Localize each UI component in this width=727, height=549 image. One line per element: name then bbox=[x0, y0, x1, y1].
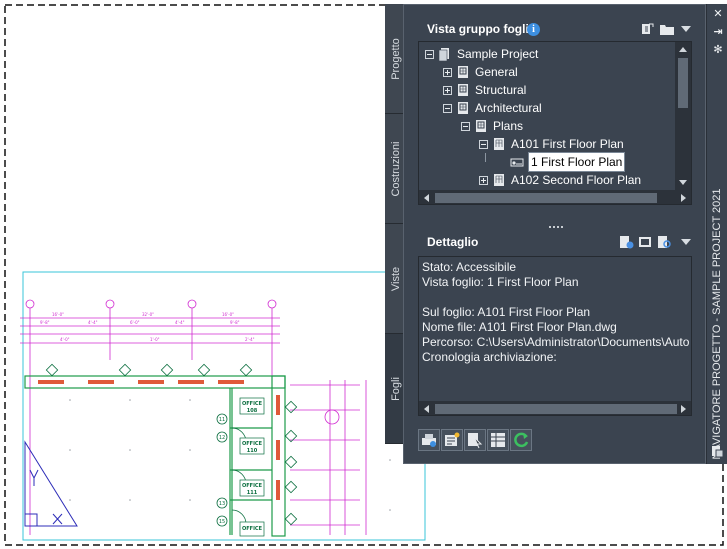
folder-icon[interactable] bbox=[659, 21, 675, 37]
detail-line: Vista foglio: 1 First Floor Plan bbox=[422, 275, 579, 289]
palette-title-bar[interactable]: ✕ ⇥ ✻ NAVIGATORE PROGETTO - SAMPLE PROJE… bbox=[706, 4, 727, 464]
tree-node-label[interactable]: Plans bbox=[493, 117, 523, 135]
sheet-list-icon bbox=[491, 433, 505, 447]
sheet-set-manager-palette: Progetto Costruzioni Viste Fogli Vista g… bbox=[385, 4, 727, 464]
chevron-down-icon[interactable] bbox=[681, 239, 691, 245]
sheet-set-small-icon bbox=[712, 446, 724, 458]
sheet-list-button[interactable] bbox=[487, 429, 509, 451]
room-number: 108 bbox=[247, 408, 258, 414]
tree-node[interactable]: Structural bbox=[419, 81, 675, 99]
subset-icon bbox=[458, 84, 468, 96]
detail-line: Sul foglio: A101 First Floor Plan bbox=[422, 305, 591, 319]
room-number: 111 bbox=[247, 490, 258, 496]
detail-line: Cronologia archiviazione: bbox=[422, 350, 557, 364]
collapse-icon[interactable] bbox=[425, 50, 434, 59]
tree-vertical-scrollbar[interactable] bbox=[675, 42, 691, 190]
properties-icon[interactable]: ✻ bbox=[712, 44, 724, 56]
detail-panel: Stato: Accessibile Vista foglio: 1 First … bbox=[418, 256, 692, 416]
scroll-thumb[interactable] bbox=[435, 193, 657, 203]
svg-text:6'-0": 6'-0" bbox=[130, 320, 140, 325]
grid-mark: 15 bbox=[219, 519, 225, 525]
tree-node[interactable]: Plans bbox=[419, 117, 675, 135]
subset-icon bbox=[476, 120, 486, 132]
collapse-icon[interactable] bbox=[461, 122, 470, 131]
svg-text:32'-0": 32'-0" bbox=[142, 312, 154, 317]
tree-node-label-selected[interactable]: 1 First Floor Plan bbox=[527, 152, 626, 172]
svg-text:2'-4": 2'-4" bbox=[245, 337, 255, 342]
detail-title: Dettaglio bbox=[427, 235, 479, 249]
publish-button[interactable] bbox=[441, 429, 463, 451]
sheet-set-icon bbox=[438, 48, 449, 61]
collapse-icon[interactable] bbox=[479, 140, 488, 149]
expand-icon[interactable] bbox=[443, 68, 452, 77]
tree-node[interactable]: A102 Second Floor Plan bbox=[419, 171, 675, 189]
tree-node-label[interactable]: A101 First Floor Plan bbox=[511, 135, 624, 153]
tree-connector bbox=[485, 153, 486, 162]
chevron-down-icon[interactable] bbox=[681, 26, 691, 32]
tree-node[interactable]: Architectural bbox=[419, 99, 675, 117]
expand-icon[interactable] bbox=[443, 86, 452, 95]
tree-node-label[interactable]: Architectural bbox=[475, 99, 542, 117]
svg-text:9'-8": 9'-8" bbox=[40, 320, 50, 325]
preview-icon[interactable] bbox=[637, 234, 653, 250]
svg-text:16'-0": 16'-0" bbox=[52, 312, 64, 317]
detail-header: Dettaglio bbox=[404, 231, 705, 253]
plot-button[interactable] bbox=[418, 429, 440, 451]
tree-horizontal-scrollbar[interactable] bbox=[419, 190, 691, 204]
detail-horizontal-scrollbar[interactable] bbox=[419, 401, 691, 415]
autohide-icon[interactable]: ⇥ bbox=[712, 26, 724, 38]
scroll-thumb[interactable] bbox=[678, 58, 688, 108]
search-icon[interactable] bbox=[656, 234, 672, 250]
tree-node-label[interactable]: A102 Second Floor Plan bbox=[511, 171, 641, 189]
grid-mark: 12 bbox=[219, 435, 225, 441]
splitter-grip[interactable] bbox=[549, 226, 563, 230]
select-button[interactable] bbox=[464, 429, 486, 451]
subset-icon bbox=[458, 102, 468, 114]
svg-text:4'-4": 4'-4" bbox=[175, 320, 185, 325]
tree-node-label[interactable]: Structural bbox=[475, 81, 526, 99]
view-icon bbox=[510, 158, 524, 167]
grid-mark: 11 bbox=[219, 417, 225, 423]
sheet-icon bbox=[494, 174, 504, 186]
tree-node[interactable]: 1 First Floor Plan bbox=[419, 152, 675, 172]
svg-text:4'-0": 4'-0" bbox=[60, 337, 70, 342]
expand-icon[interactable] bbox=[479, 176, 488, 185]
room-label: OFFICE bbox=[242, 441, 263, 447]
plot-icon bbox=[422, 434, 436, 447]
room-number: 110 bbox=[247, 448, 258, 454]
refresh-icon bbox=[514, 432, 529, 448]
grid-mark: 13 bbox=[219, 501, 225, 507]
svg-text:9'-8": 9'-8" bbox=[230, 320, 240, 325]
palette-title: NAVIGATORE PROGETTO - SAMPLE PROJECT 202… bbox=[711, 188, 723, 460]
scroll-thumb[interactable] bbox=[435, 404, 677, 414]
detail-line: Stato: Accessibile bbox=[422, 260, 517, 274]
room-label: OFFICE bbox=[242, 401, 263, 407]
select-icon bbox=[468, 433, 483, 449]
details-view-icon[interactable] bbox=[618, 234, 634, 250]
svg-text:1'-0": 1'-0" bbox=[150, 337, 160, 342]
sheet-icon bbox=[494, 138, 504, 150]
collapse-icon[interactable] bbox=[443, 104, 452, 113]
subset-icon bbox=[458, 66, 468, 78]
sheet-tree[interactable]: Sample Project General Structural Architect… bbox=[418, 41, 692, 205]
tree-node[interactable]: General bbox=[419, 63, 675, 81]
tree-node-label[interactable]: General bbox=[475, 63, 518, 81]
room-label: OFFICE bbox=[242, 483, 263, 489]
sheet-set-view-title: Vista gruppo fogli bbox=[427, 22, 529, 36]
room-label: OFFICE bbox=[242, 526, 263, 532]
svg-text:16'-0": 16'-0" bbox=[222, 312, 234, 317]
publish-icon bbox=[445, 432, 460, 446]
open-sheet-set-icon[interactable] bbox=[640, 21, 656, 37]
close-icon[interactable]: ✕ bbox=[712, 8, 724, 20]
tree-node[interactable]: A101 First Floor Plan bbox=[419, 135, 675, 153]
refresh-button[interactable] bbox=[510, 429, 532, 451]
tree-node-label[interactable]: Sample Project bbox=[457, 45, 538, 63]
tree-node[interactable]: Sample Project bbox=[419, 45, 675, 63]
sheet-set-panel: Vista gruppo fogli i Sample Project Gener… bbox=[403, 4, 706, 464]
detail-line: Percorso: C:\Users\Administrator\Documen… bbox=[422, 335, 690, 349]
info-icon[interactable]: i bbox=[527, 23, 540, 36]
detail-line: Nome file: A101 First Floor Plan.dwg bbox=[422, 320, 617, 334]
sheet-set-view-header: Vista gruppo fogli i bbox=[404, 18, 705, 40]
svg-text:4'-4": 4'-4" bbox=[88, 320, 98, 325]
